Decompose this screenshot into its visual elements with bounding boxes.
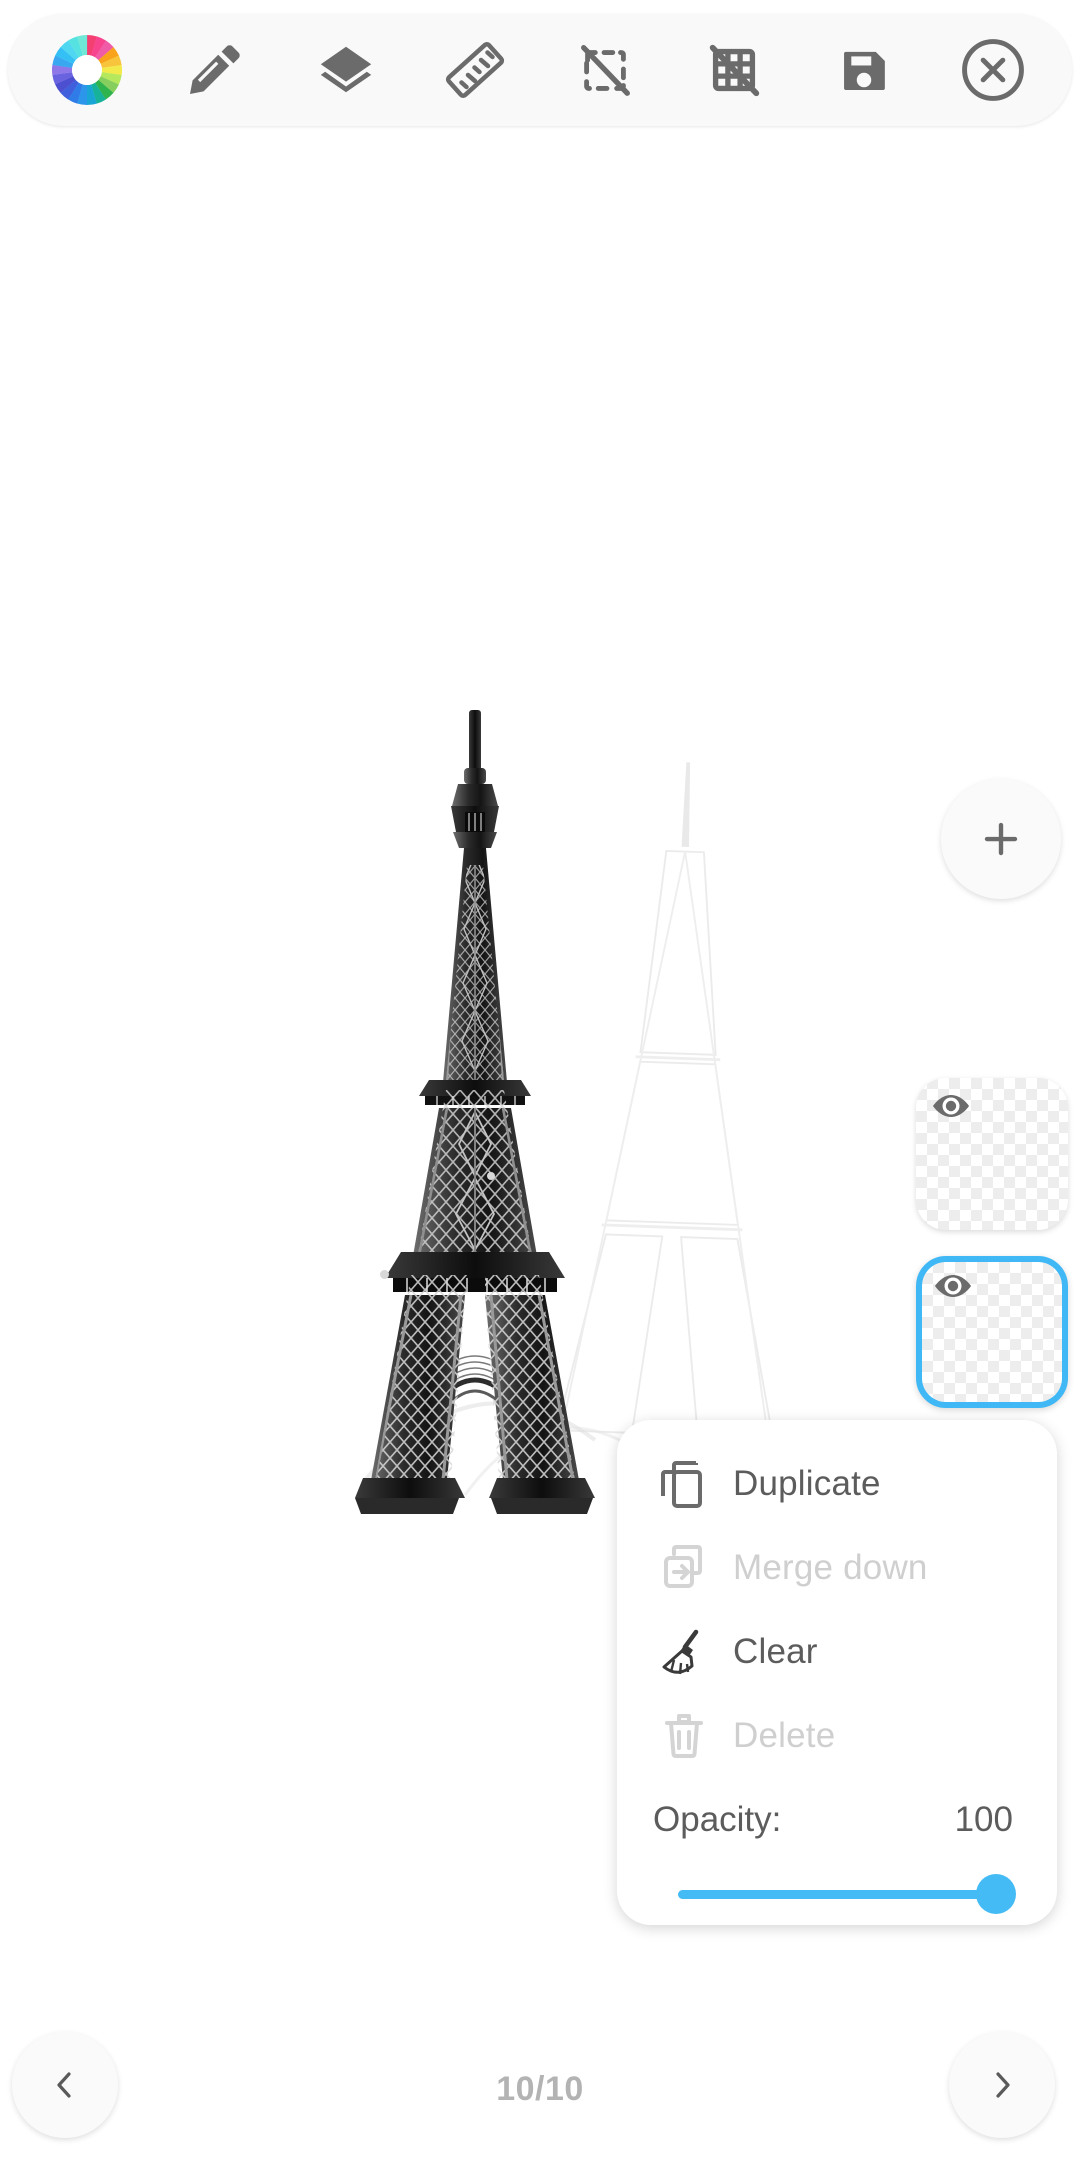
selection-off-button[interactable] (553, 18, 657, 122)
duplicate-icon (653, 1453, 715, 1515)
grid-off-icon (703, 39, 765, 101)
close-button[interactable] (941, 18, 1045, 122)
layer-thumbnail-1[interactable] (916, 1078, 1068, 1230)
opacity-slider[interactable] (678, 1874, 1016, 1914)
ruler-tool-button[interactable] (423, 18, 527, 122)
opacity-value: 100 (954, 1800, 1013, 1839)
canvas-speck (487, 1172, 495, 1180)
trash-icon (653, 1705, 715, 1767)
next-page-button[interactable] (949, 2032, 1055, 2138)
layer-visibility-eye-icon[interactable] (932, 1272, 974, 1300)
menu-label-merge-down: Merge down (733, 1548, 928, 1587)
pencil-icon (184, 38, 248, 102)
menu-item-merge-down[interactable]: Merge down (617, 1526, 1057, 1610)
opacity-slider-track[interactable] (678, 1890, 996, 1899)
page-indicator: 10/10 (496, 2070, 584, 2108)
opacity-row: Opacity: 100 (617, 1778, 1057, 1840)
menu-label-clear: Clear (733, 1632, 818, 1671)
menu-label-duplicate: Duplicate (733, 1464, 881, 1503)
previous-page-button[interactable] (12, 2032, 118, 2138)
opacity-label: Opacity: (653, 1800, 782, 1839)
ruler-icon (443, 38, 507, 102)
pencil-tool-button[interactable] (164, 18, 268, 122)
drawing-app-root: Duplicate Merge down Clear Delete Opacit… (0, 0, 1080, 2160)
layers-tool-button[interactable] (294, 18, 398, 122)
menu-item-duplicate[interactable]: Duplicate (617, 1442, 1057, 1526)
menu-item-clear[interactable]: Clear (617, 1610, 1057, 1694)
grid-off-button[interactable] (682, 18, 786, 122)
save-button[interactable] (812, 18, 916, 122)
broom-icon (653, 1621, 715, 1683)
menu-item-delete[interactable]: Delete (617, 1694, 1057, 1778)
layer-thumbnail-2[interactable] (916, 1256, 1068, 1408)
eiffel-tower-artwork (215, 650, 775, 1550)
merge-down-icon (653, 1537, 715, 1599)
top-toolbar (8, 14, 1072, 126)
layer-context-menu: Duplicate Merge down Clear Delete Opacit… (617, 1420, 1057, 1925)
opacity-slider-thumb[interactable] (976, 1874, 1016, 1914)
color-wheel-icon (51, 35, 122, 105)
layers-icon (315, 39, 377, 101)
close-icon (958, 35, 1028, 105)
add-layer-button[interactable] (941, 779, 1061, 899)
color-wheel-button[interactable] (35, 18, 139, 122)
selection-off-icon (574, 39, 636, 101)
layer-visibility-eye-icon[interactable] (930, 1092, 972, 1120)
canvas-speck (380, 1270, 389, 1279)
save-icon (835, 41, 893, 99)
menu-label-delete: Delete (733, 1716, 836, 1755)
